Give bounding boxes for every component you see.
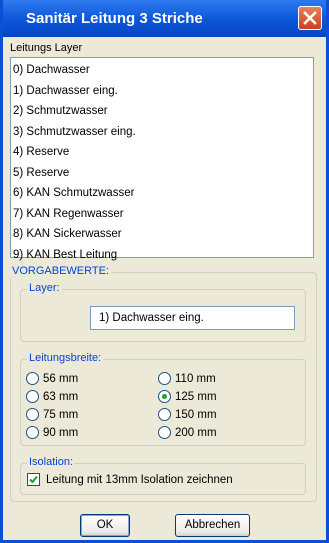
width-group-title: Leitungsbreite: xyxy=(27,352,104,364)
isolation-group: Isolation: Leitung mit 13mm Isolation ze… xyxy=(20,456,306,495)
radio-button-icon xyxy=(158,372,171,385)
list-item[interactable]: 8) KAN Sickerwasser xyxy=(13,224,313,245)
radio-label: 110 mm xyxy=(175,372,216,385)
list-item[interactable]: 1) Dachwasser eing. xyxy=(13,81,313,102)
list-item[interactable]: 4) Reserve xyxy=(13,142,313,163)
radio-button-icon xyxy=(26,372,39,385)
radio-125mm[interactable]: 125 mm xyxy=(158,390,217,403)
radio-63mm[interactable]: 63 mm xyxy=(26,390,78,403)
defaults-group-title: VORGABEWERTE: xyxy=(10,265,111,277)
layer-group-title: Layer: xyxy=(27,282,62,294)
list-item[interactable]: 6) KAN Schmutzwasser xyxy=(13,183,313,204)
radio-110mm[interactable]: 110 mm xyxy=(158,372,216,385)
radio-button-icon xyxy=(26,408,39,421)
list-item[interactable]: 3) Schmutzwasser eing. xyxy=(13,122,313,143)
layer-field[interactable]: 1) Dachwasser eing. xyxy=(90,306,295,330)
radio-label: 56 mm xyxy=(43,372,79,385)
cancel-button[interactable]: Abbrechen xyxy=(175,514,250,537)
list-item[interactable]: 9) KAN Best Leitung xyxy=(13,245,313,266)
checkmark-icon xyxy=(29,475,38,484)
radio-200mm[interactable]: 200 mm xyxy=(158,426,217,439)
close-icon xyxy=(303,11,317,25)
radio-button-icon xyxy=(26,426,39,439)
layer-group: Layer: 1) Dachwasser eing. xyxy=(20,282,306,342)
radio-75mm[interactable]: 75 mm xyxy=(26,408,78,421)
layer-listbox[interactable]: 0) Dachwasser 1) Dachwasser eing. 2) Sch… xyxy=(10,57,314,261)
list-item[interactable]: 5) Reserve xyxy=(13,163,313,184)
radio-button-icon xyxy=(158,408,171,421)
radio-label: 63 mm xyxy=(43,390,79,403)
radio-label: 75 mm xyxy=(43,408,79,421)
list-item[interactable]: 7) KAN Regenwasser xyxy=(13,204,313,225)
radio-label: 200 mm xyxy=(175,426,217,439)
isolation-group-title: Isolation: xyxy=(27,456,76,468)
radio-label: 90 mm xyxy=(43,426,79,439)
radio-button-icon xyxy=(26,390,39,403)
radio-90mm[interactable]: 90 mm xyxy=(26,426,78,439)
isolation-checkbox[interactable]: Leitung mit 13mm Isolation zeichnen xyxy=(27,473,233,486)
radio-label: 125 mm xyxy=(175,390,217,403)
radio-label: 150 mm xyxy=(175,408,217,421)
defaults-group: VORGABEWERTE: Layer: 1) Dachwasser eing.… xyxy=(10,265,317,502)
ok-button[interactable]: OK xyxy=(80,514,130,537)
radio-button-icon xyxy=(158,426,171,439)
width-group: Leitungsbreite: 56 mm 63 mm 75 mm 90 mm … xyxy=(20,352,306,446)
close-button[interactable] xyxy=(298,6,322,30)
radio-150mm[interactable]: 150 mm xyxy=(158,408,217,421)
dialog-body: Leitungs Layer 0) Dachwasser 1) Dachwass… xyxy=(3,37,326,540)
dialog-window: Sanitär Leitung 3 Striche Leitungs Layer… xyxy=(0,0,329,543)
checkbox-label: Leitung mit 13mm Isolation zeichnen xyxy=(46,473,233,486)
radio-button-icon xyxy=(158,390,171,403)
checkbox-icon xyxy=(27,473,40,486)
radio-56mm[interactable]: 56 mm xyxy=(26,372,78,385)
title-bar[interactable]: Sanitär Leitung 3 Striche xyxy=(3,0,326,37)
window-title: Sanitär Leitung 3 Striche xyxy=(26,10,203,27)
list-item[interactable]: 0) Dachwasser xyxy=(13,60,313,81)
list-item[interactable]: 2) Schmutzwasser xyxy=(13,101,313,122)
layer-list-label: Leitungs Layer xyxy=(10,42,83,54)
